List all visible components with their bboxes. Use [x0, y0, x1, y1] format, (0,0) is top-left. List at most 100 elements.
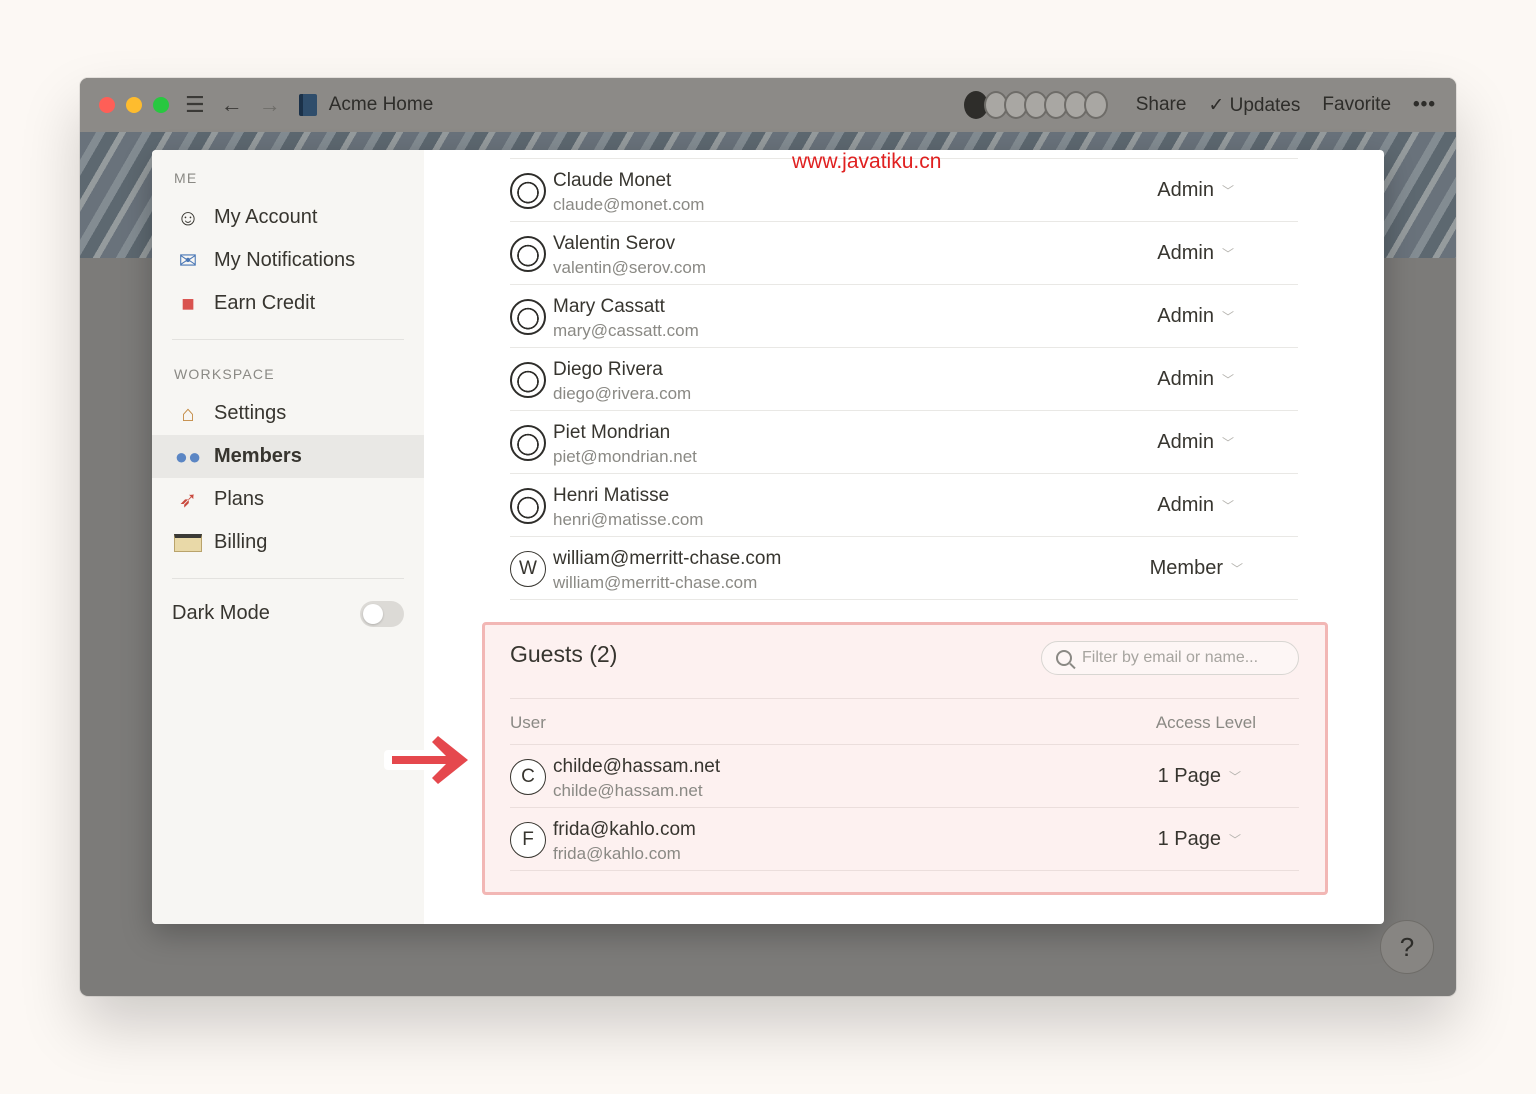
page-title[interactable]: Acme Home [329, 94, 434, 116]
column-header-access-level: Access Level [1155, 713, 1256, 732]
member-name: william@merritt-chase.com [553, 548, 782, 569]
role-dropdown[interactable]: Admin ﹀ [1157, 305, 1234, 328]
highlight-arrow-icon [384, 726, 478, 794]
sidebar-item-members[interactable]: ●● Members [152, 435, 424, 478]
member-email: claude@monet.com [553, 195, 705, 214]
role-dropdown[interactable]: Admin ﹀ [1157, 368, 1234, 391]
access-level-dropdown[interactable]: 1 Page ﹀ [1158, 765, 1241, 788]
sidebar-item-my-notifications[interactable]: ✉ My Notifications [152, 239, 424, 282]
member-name: Claude Monet [553, 170, 672, 191]
member-name: Diego Rivera [553, 359, 663, 380]
settings-modal: ME ☺ My Account ✉ My Notifications ■ Ear… [152, 150, 1384, 924]
role-dropdown[interactable]: Admin ﹀ [1157, 431, 1234, 454]
member-name: Valentin Serov [553, 233, 676, 254]
guests-section: Guests (2) Filter by email or name... Us… [482, 622, 1328, 895]
search-icon [1056, 650, 1072, 666]
sidebar-item-earn-credit[interactable]: ■ Earn Credit [152, 282, 424, 325]
chevron-down-icon: ﹀ [1228, 833, 1241, 847]
sidebar-divider [172, 339, 404, 340]
member-email: henri@matisse.com [553, 510, 704, 529]
table-row: Henri Matisse henri@matisse.com Admin ﹀ [510, 474, 1298, 537]
avatar [1083, 91, 1108, 119]
people-icon: ●● [174, 443, 202, 469]
member-name: Henri Matisse [553, 485, 670, 506]
chevron-down-icon: ﹀ [1221, 247, 1234, 261]
guest-name: childe@hassam.net [553, 756, 721, 777]
gift-icon: ■ [181, 290, 195, 316]
title-bar: ☰ ← → Acme Home Share ✓ Updates Favorite… [80, 78, 1456, 132]
chevron-down-icon: ﹀ [1230, 562, 1243, 576]
role-label: Admin [1157, 494, 1214, 516]
member-email: piet@mondrian.net [553, 447, 697, 466]
sidebar-item-label: Plans [214, 488, 265, 510]
table-row: F frida@kahlo.com frida@kahlo.com 1 Page… [510, 808, 1299, 871]
table-row: Valentin Serov valentin@serov.com Admin ﹀ [510, 222, 1298, 285]
guest-email: childe@hassam.net [553, 781, 703, 800]
chevron-down-icon: ﹀ [1221, 310, 1234, 324]
sidebar-item-settings[interactable]: ⌂ Settings [152, 392, 424, 435]
more-options-icon[interactable]: ••• [1413, 94, 1436, 116]
chevron-down-icon: ﹀ [1228, 770, 1241, 784]
avatar [510, 236, 546, 272]
member-email: diego@rivera.com [553, 384, 692, 403]
avatar: F [510, 822, 546, 858]
divider [510, 698, 1299, 699]
member-email: valentin@serov.com [553, 258, 706, 277]
dark-mode-label: Dark Mode [172, 602, 270, 624]
role-dropdown[interactable]: Admin ﹀ [1157, 179, 1234, 202]
collaborator-avatars[interactable] [963, 91, 1108, 119]
avatar: W [510, 551, 546, 587]
user-face-icon: ☺ [176, 204, 200, 230]
menu-icon[interactable]: ☰ [185, 94, 205, 116]
column-header-user: User [510, 713, 546, 732]
share-button[interactable]: Share [1136, 94, 1187, 116]
favorite-button[interactable]: Favorite [1322, 94, 1391, 116]
sidebar-item-plans[interactable]: ➶ Plans [152, 478, 424, 521]
role-label: Member [1149, 557, 1223, 579]
help-button[interactable]: ? [1380, 920, 1434, 974]
sidebar-item-billing[interactable]: Billing [152, 521, 424, 564]
sidebar-item-label: My Account [214, 206, 318, 228]
sidebar-item-label: Settings [214, 402, 287, 424]
maximize-window-button[interactable] [153, 97, 169, 113]
member-name: Mary Cassatt [553, 296, 665, 317]
sidebar-item-label: Earn Credit [214, 292, 316, 314]
role-dropdown[interactable]: Member ﹀ [1150, 557, 1243, 580]
minimize-window-button[interactable] [126, 97, 142, 113]
member-email: william@merritt-chase.com [553, 573, 758, 592]
close-window-button[interactable] [99, 97, 115, 113]
role-label: Admin [1157, 242, 1214, 264]
dark-mode-toggle[interactable] [360, 601, 404, 627]
table-row: C childe@hassam.net childe@hassam.net 1 … [510, 745, 1299, 808]
sidebar-item-label: My Notifications [214, 249, 356, 271]
table-row: Piet Mondrian piet@mondrian.net Admin ﹀ [510, 411, 1298, 474]
back-arrow-icon[interactable]: ← [221, 94, 243, 116]
window-controls [99, 97, 169, 113]
access-label: 1 Page [1157, 765, 1221, 787]
chevron-down-icon: ﹀ [1221, 499, 1234, 513]
sidebar-item-label: Billing [214, 531, 268, 553]
avatar [510, 362, 546, 398]
members-panel: Claude Monet claude@monet.com Admin ﹀ Val… [424, 150, 1384, 924]
access-level-dropdown[interactable]: 1 Page ﹀ [1158, 828, 1241, 851]
chevron-down-icon: ﹀ [1221, 184, 1234, 198]
check-icon: ✓ [1208, 94, 1225, 116]
role-dropdown[interactable]: Admin ﹀ [1157, 494, 1234, 517]
member-email: mary@cassatt.com [553, 321, 699, 340]
guest-filter-input[interactable]: Filter by email or name... [1041, 641, 1299, 675]
role-label: Admin [1157, 305, 1214, 327]
avatar [510, 488, 546, 524]
avatar: C [510, 759, 546, 795]
titlebar-actions: Share ✓ Updates Favorite ••• [963, 91, 1436, 119]
updates-label: Updates [1229, 94, 1301, 116]
sidebar-divider [172, 578, 404, 579]
table-row: Diego Rivera diego@rivera.com Admin ﹀ [510, 348, 1298, 411]
watermark-text: www.javatiku.cn [792, 150, 942, 173]
forward-arrow-icon[interactable]: → [259, 94, 281, 116]
guest-email: frida@kahlo.com [553, 844, 681, 863]
sidebar-item-my-account[interactable]: ☺ My Account [152, 196, 424, 239]
role-dropdown[interactable]: Admin ﹀ [1157, 242, 1234, 265]
chevron-down-icon: ﹀ [1221, 436, 1234, 450]
house-icon: ⌂ [181, 400, 195, 426]
updates-button[interactable]: ✓ Updates [1208, 94, 1300, 117]
